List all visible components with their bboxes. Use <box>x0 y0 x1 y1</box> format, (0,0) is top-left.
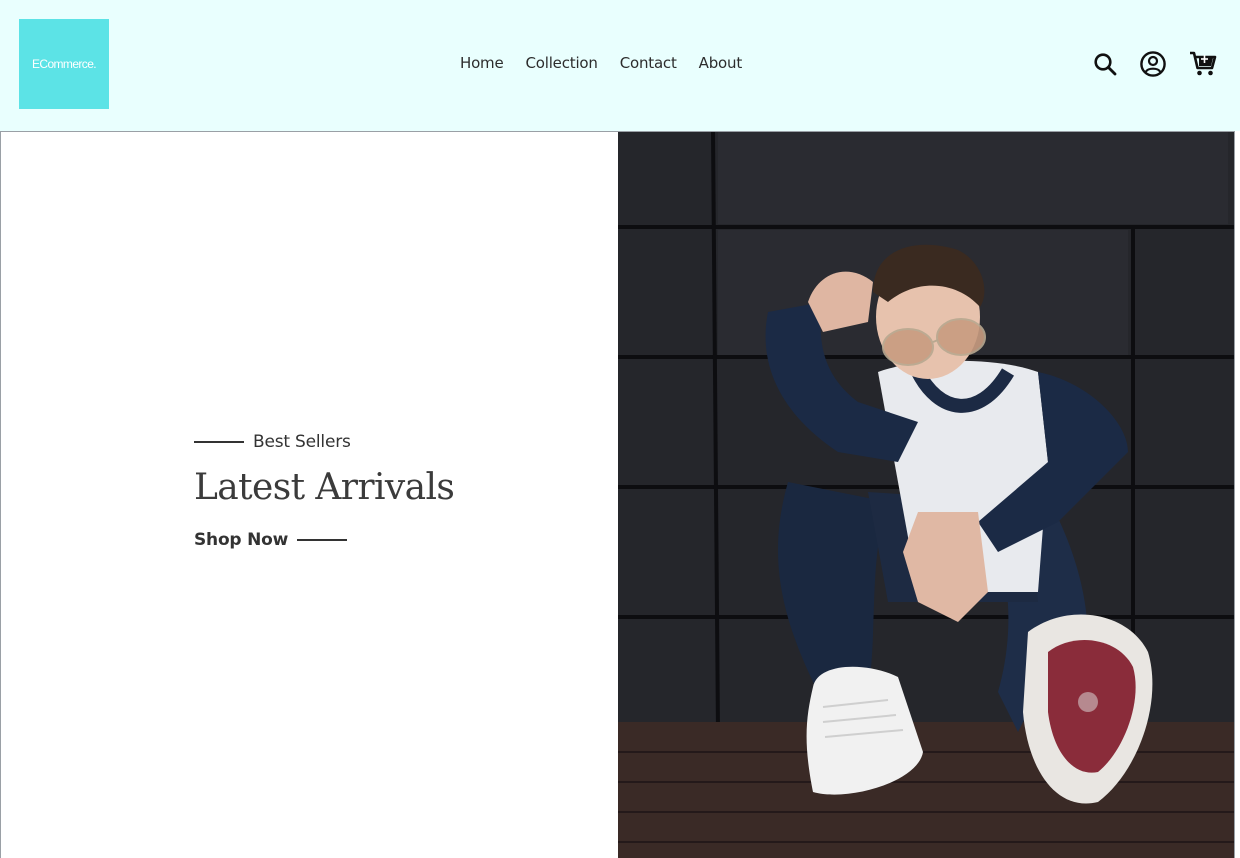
hero-title: Latest Arrivals <box>194 467 455 508</box>
divider-line <box>297 539 348 541</box>
cart-icon[interactable] <box>1188 49 1218 79</box>
user-icon[interactable] <box>1138 49 1168 79</box>
shop-now-link[interactable]: Shop Now <box>194 530 288 550</box>
hero-subtitle-row: Best Sellers <box>194 432 454 452</box>
hero-text: Best Sellers Latest Arrivals Shop Now <box>194 432 455 550</box>
search-icon[interactable] <box>1090 49 1120 79</box>
shop-now-row[interactable]: Shop Now <box>194 530 454 550</box>
hero-section: Best Sellers Latest Arrivals Shop Now <box>0 131 1235 858</box>
hero-photo-illustration <box>617 132 1234 858</box>
hero-subtitle: Best Sellers <box>253 432 351 452</box>
hero-photo <box>617 132 1234 858</box>
nav-item-home[interactable]: Home <box>460 53 504 73</box>
hero-text-panel: Best Sellers Latest Arrivals Shop Now <box>1 132 618 858</box>
site-header: ECommerce. Home Collection Contact About <box>0 0 1240 131</box>
logo[interactable]: ECommerce. <box>19 19 109 109</box>
nav-item-about[interactable]: About <box>699 53 743 73</box>
header-icons <box>1090 49 1218 79</box>
main-nav: Home Collection Contact About <box>460 53 764 73</box>
logo-text: ECommerce. <box>31 57 97 71</box>
nav-item-collection[interactable]: Collection <box>526 53 598 73</box>
divider-line <box>194 441 244 443</box>
nav-item-contact[interactable]: Contact <box>620 53 677 73</box>
